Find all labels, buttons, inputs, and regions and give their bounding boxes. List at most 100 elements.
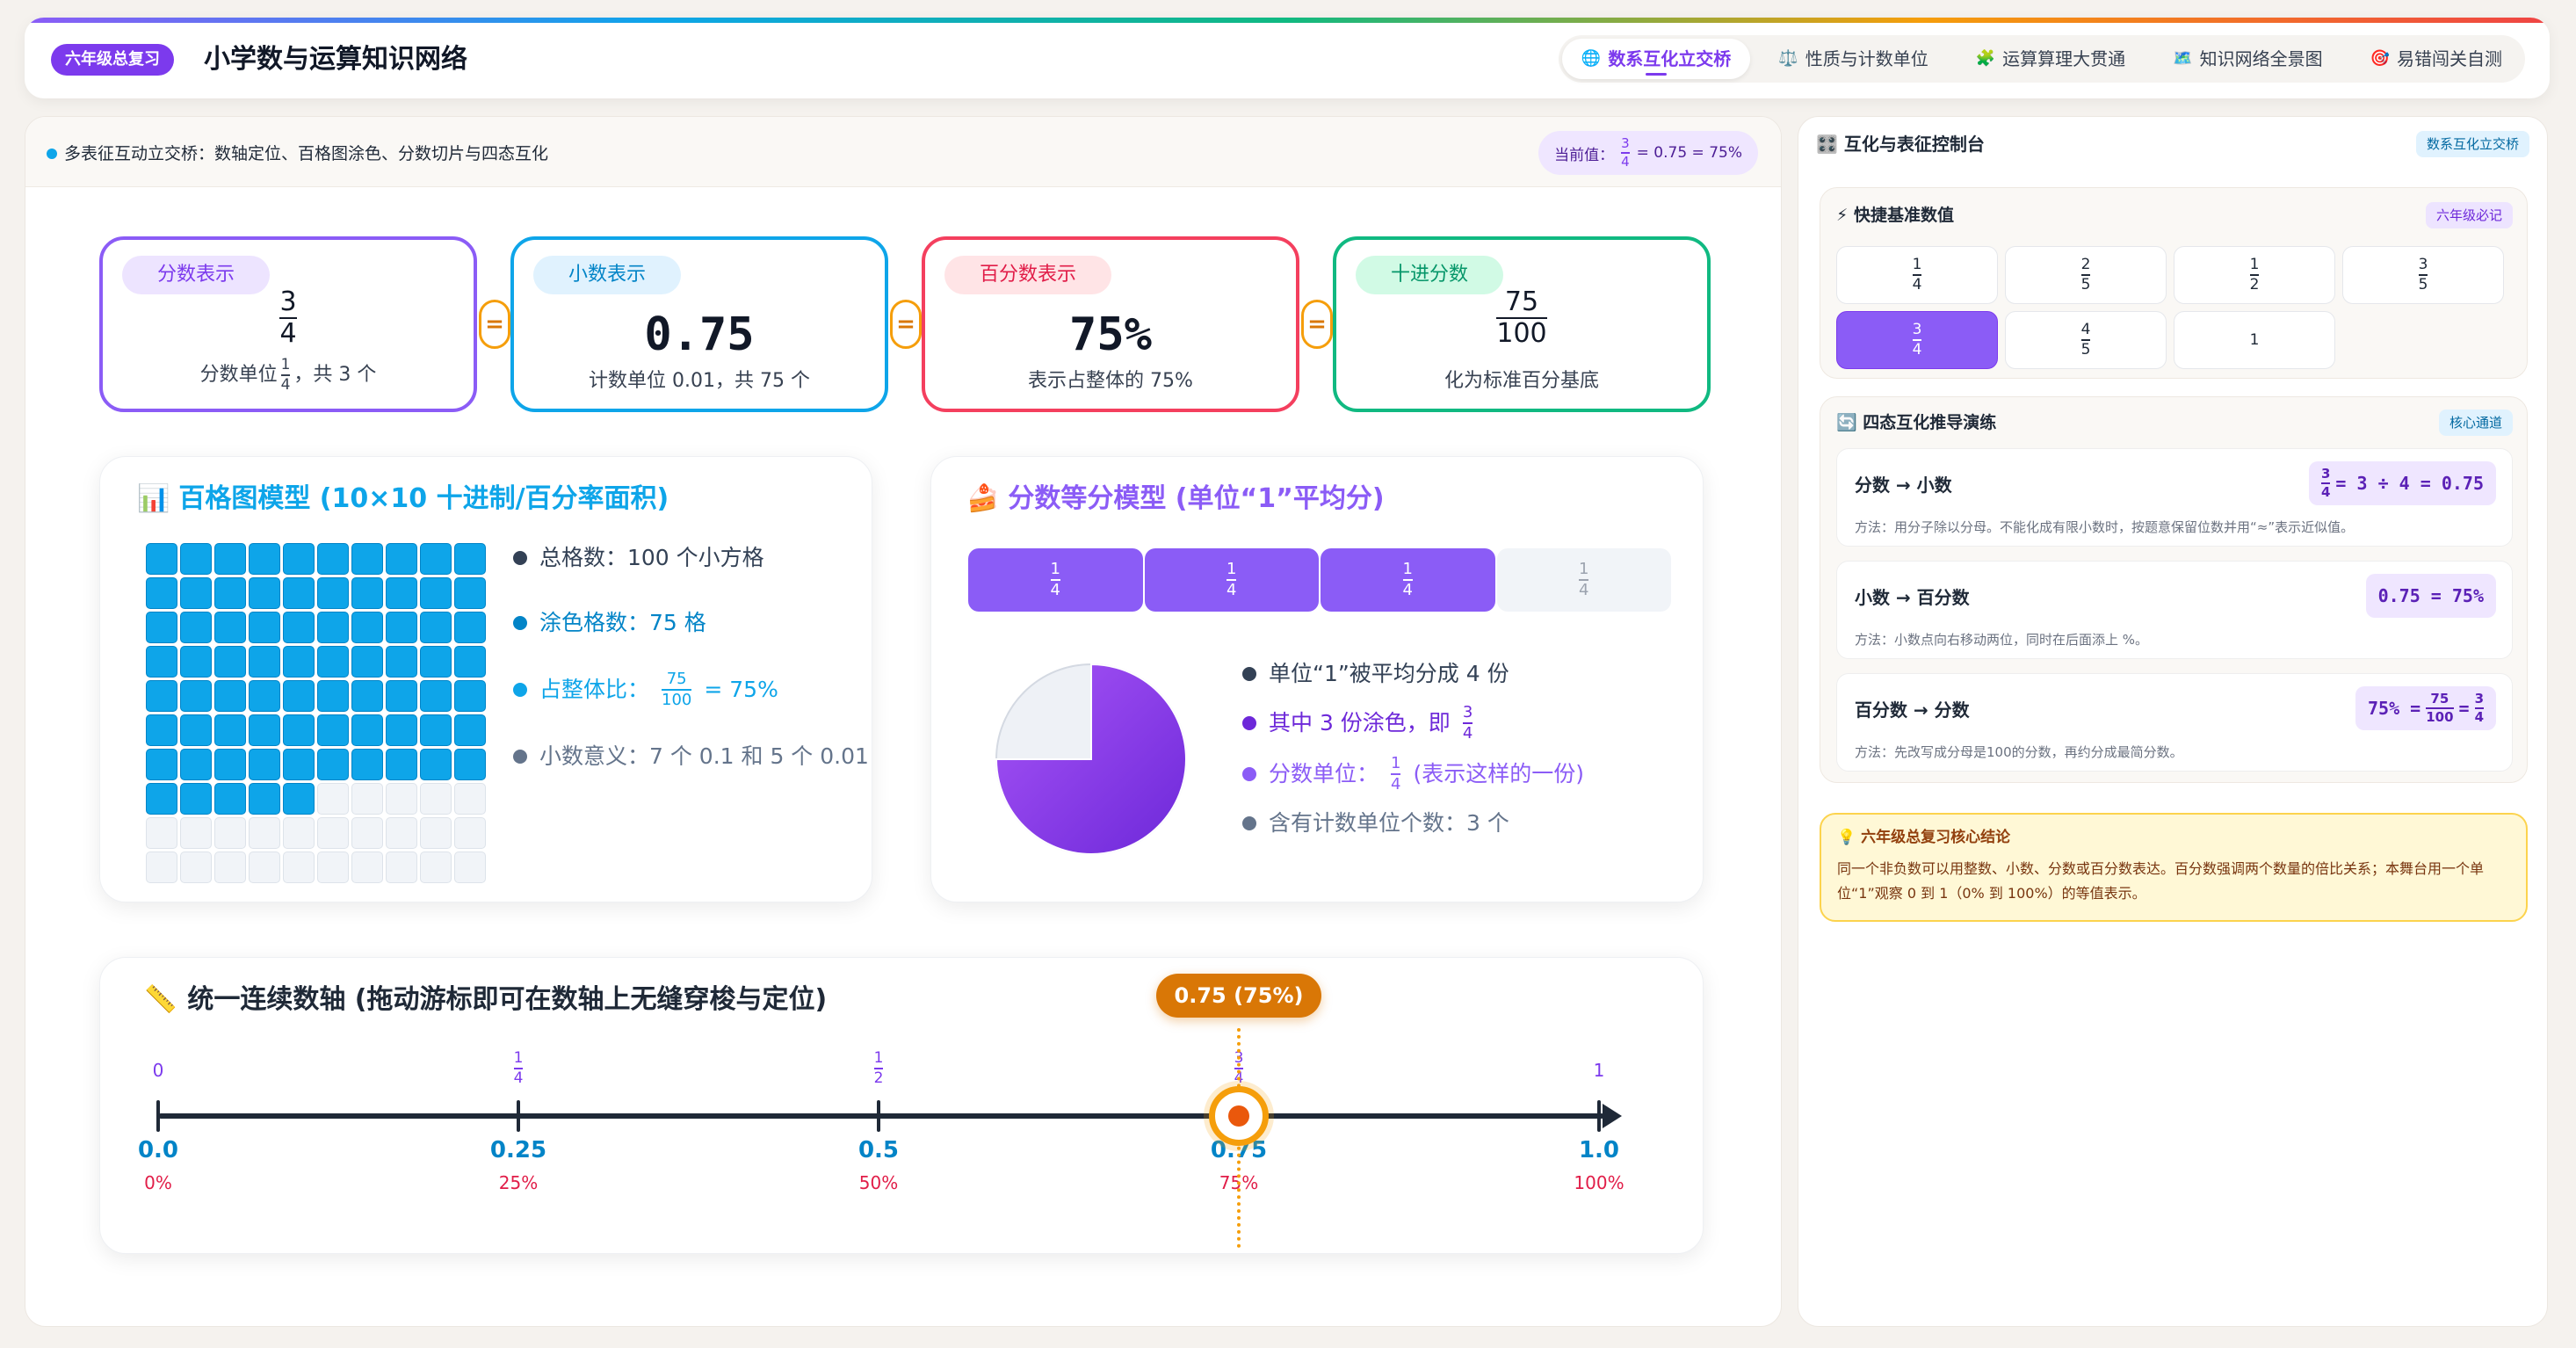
grid-cell[interactable] xyxy=(454,543,486,575)
tab-globe[interactable]: 🌐 数系互化立交桥 xyxy=(1561,39,1751,79)
grid-cell[interactable] xyxy=(146,817,177,849)
grid-cell[interactable] xyxy=(180,817,212,849)
grid-cell[interactable] xyxy=(351,817,383,849)
grid-cell[interactable] xyxy=(386,749,417,780)
grid-cell[interactable] xyxy=(317,612,349,643)
grid-cell[interactable] xyxy=(180,852,212,883)
grid-cell[interactable] xyxy=(249,680,280,712)
grid-cell[interactable] xyxy=(454,817,486,849)
grid-cell[interactable] xyxy=(180,783,212,815)
grid-cell[interactable] xyxy=(249,852,280,883)
rep-card-3[interactable]: 十进分数 75 100 化为标准百分基底 xyxy=(1333,236,1711,412)
tab-map[interactable]: 🗺️ 知识网络全景图 xyxy=(2153,39,2341,79)
grid-cell[interactable] xyxy=(249,714,280,746)
grid-cell[interactable] xyxy=(249,817,280,849)
conversion-row[interactable]: 小数 → 百分数 0.75 = 75% 方法：小数点向右移动两位，同时在后面添上 %… xyxy=(1836,561,2513,659)
grid-cell[interactable] xyxy=(454,646,486,678)
grid-cell[interactable] xyxy=(214,612,246,643)
grid-cell[interactable] xyxy=(351,852,383,883)
grid-cell[interactable] xyxy=(146,852,177,883)
grid-cell[interactable] xyxy=(386,577,417,609)
grid-cell[interactable] xyxy=(351,543,383,575)
grid-cell[interactable] xyxy=(420,577,452,609)
rep-card-0[interactable]: 分数表示 3 4 分数单位 1 4 ，共 3 个 xyxy=(99,236,477,412)
grid-cell[interactable] xyxy=(214,577,246,609)
grid-cell[interactable] xyxy=(249,543,280,575)
grid-cell[interactable] xyxy=(214,646,246,678)
quick-value-button[interactable]: 1 xyxy=(2174,311,2335,369)
grid-cell[interactable] xyxy=(146,680,177,712)
grid-cell[interactable] xyxy=(351,714,383,746)
grid-cell[interactable] xyxy=(317,817,349,849)
grid-cell[interactable] xyxy=(351,749,383,780)
grid-cell[interactable] xyxy=(214,680,246,712)
grid-cell[interactable] xyxy=(180,543,212,575)
grid-cell[interactable] xyxy=(317,852,349,883)
grid-cell[interactable] xyxy=(283,612,315,643)
grid-cell[interactable] xyxy=(249,783,280,815)
grid-cell[interactable] xyxy=(283,817,315,849)
grid-cell[interactable] xyxy=(283,783,315,815)
grid-cell[interactable] xyxy=(386,612,417,643)
grid-cell[interactable] xyxy=(146,612,177,643)
grid-cell[interactable] xyxy=(283,646,315,678)
grid-cell[interactable] xyxy=(454,749,486,780)
grid-cell[interactable] xyxy=(180,680,212,712)
grid-cell[interactable] xyxy=(283,543,315,575)
tab-puzzle[interactable]: 🧩 运算算理大贯通 xyxy=(1957,39,2145,79)
grid-cell[interactable] xyxy=(351,612,383,643)
grid-cell[interactable] xyxy=(317,749,349,780)
grid-cell[interactable] xyxy=(420,680,452,712)
grid-cell[interactable] xyxy=(317,543,349,575)
fraction-slice[interactable]: 14 xyxy=(1321,548,1495,612)
grid-cell[interactable] xyxy=(454,680,486,712)
grid-cell[interactable] xyxy=(180,612,212,643)
grid-cell[interactable] xyxy=(386,817,417,849)
grid-cell[interactable] xyxy=(420,646,452,678)
grid-cell[interactable] xyxy=(146,783,177,815)
grid-cell[interactable] xyxy=(454,612,486,643)
tab-target[interactable]: 🎯 易错闯关自测 xyxy=(2351,39,2522,79)
grid-cell[interactable] xyxy=(420,714,452,746)
conversion-row[interactable]: 分数 → 小数 3 4 = 3 ÷ 4 = 0.75 方法：用分子除以分母。不能化成有限… xyxy=(1836,448,2513,547)
grid-cell[interactable] xyxy=(317,646,349,678)
grid-cell[interactable] xyxy=(317,783,349,815)
hundred-grid[interactable] xyxy=(146,543,486,883)
grid-cell[interactable] xyxy=(317,680,349,712)
grid-cell[interactable] xyxy=(249,646,280,678)
grid-cell[interactable] xyxy=(283,714,315,746)
fraction-strip[interactable]: 14 14 14 14 xyxy=(968,548,1671,612)
grid-cell[interactable] xyxy=(454,852,486,883)
number-line[interactable]: 0 0.0 0% 1 4 0.25 25% 1 2 0.5 50% 3 4 0.75 75% 1 1.0 100%… xyxy=(100,958,1704,1255)
grid-cell[interactable] xyxy=(146,646,177,678)
grid-cell[interactable] xyxy=(214,852,246,883)
grid-cell[interactable] xyxy=(386,646,417,678)
grid-cell[interactable] xyxy=(351,577,383,609)
grid-cell[interactable] xyxy=(180,646,212,678)
grid-cell[interactable] xyxy=(146,577,177,609)
grid-cell[interactable] xyxy=(420,612,452,643)
grid-cell[interactable] xyxy=(146,543,177,575)
grid-cell[interactable] xyxy=(420,852,452,883)
grid-cell[interactable] xyxy=(283,680,315,712)
grid-cell[interactable] xyxy=(214,783,246,815)
tab-scales[interactable]: ⚖️ 性质与计数单位 xyxy=(1759,39,1947,79)
quick-value-button[interactable]: 35 xyxy=(2342,246,2504,304)
grid-cell[interactable] xyxy=(249,577,280,609)
quick-value-button[interactable]: 14 xyxy=(1836,246,1998,304)
conversion-row[interactable]: 百分数 → 分数 75% = 75 100 = 3 4 方法：先改写成分母是100的分数，再约… xyxy=(1836,673,2513,772)
grid-cell[interactable] xyxy=(317,577,349,609)
quick-value-button[interactable]: 12 xyxy=(2174,246,2335,304)
rep-card-1[interactable]: 小数表示 0.75 计数单位 0.01，共 75 个 xyxy=(510,236,888,412)
grid-cell[interactable] xyxy=(454,714,486,746)
quick-value-button[interactable]: 25 xyxy=(2005,246,2167,304)
grid-cell[interactable] xyxy=(454,783,486,815)
grid-cell[interactable] xyxy=(283,577,315,609)
grid-cell[interactable] xyxy=(283,852,315,883)
grid-cell[interactable] xyxy=(386,714,417,746)
grid-cell[interactable] xyxy=(386,783,417,815)
quick-value-button[interactable]: 45 xyxy=(2005,311,2167,369)
fraction-slice[interactable]: 14 xyxy=(968,548,1143,612)
grid-cell[interactable] xyxy=(249,612,280,643)
grid-cell[interactable] xyxy=(351,646,383,678)
